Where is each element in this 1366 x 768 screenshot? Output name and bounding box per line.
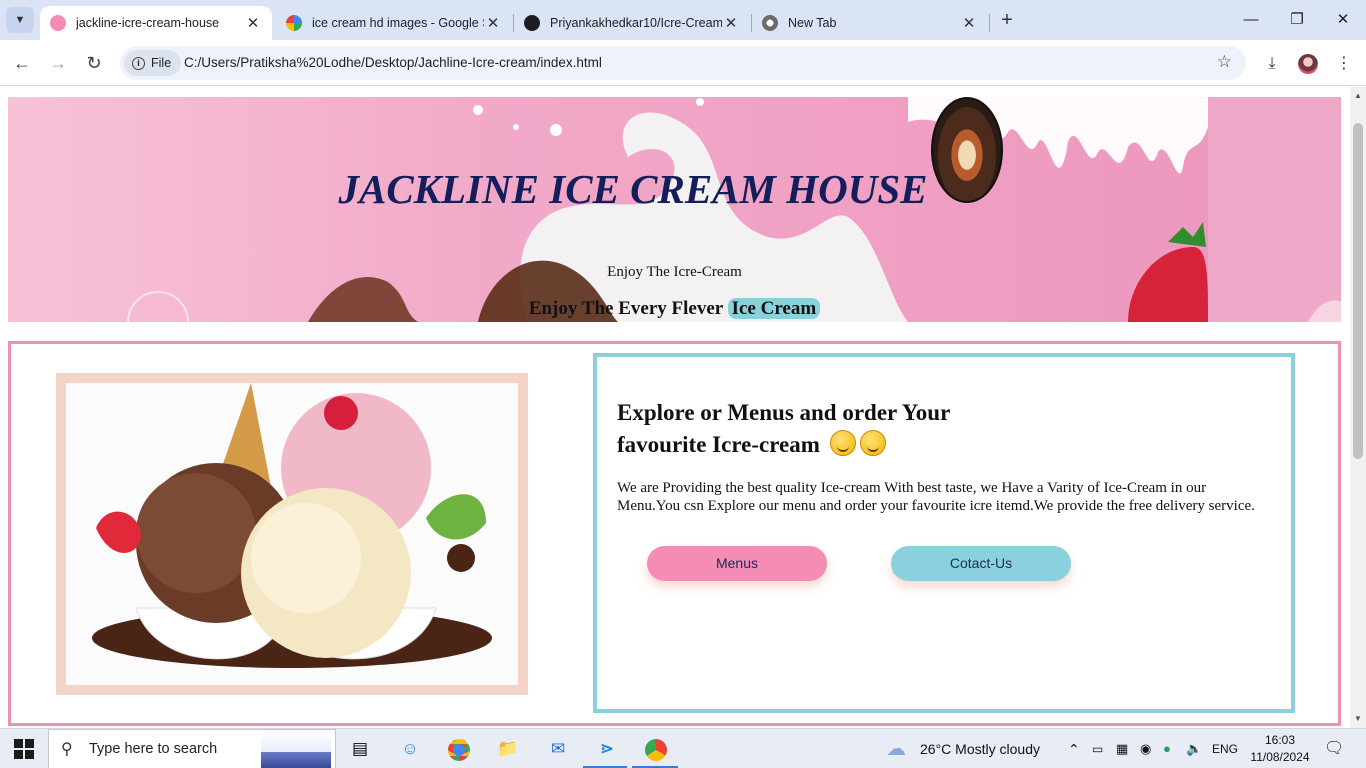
close-tab-icon[interactable]: ✕ bbox=[244, 14, 262, 32]
volume-icon[interactable]: 🔈 bbox=[1186, 729, 1202, 768]
ice-cream-logo bbox=[931, 97, 1003, 203]
vscode-icon[interactable]: ⋗ bbox=[593, 735, 621, 763]
language-indicator[interactable]: ENG bbox=[1212, 729, 1238, 768]
windows-taskbar: ⚲ Type here to search ▤ ☺ 📁 ✉ ⋗ ☁ 26°C M… bbox=[0, 728, 1366, 768]
menus-button[interactable]: Menus bbox=[647, 546, 827, 581]
milk-drop bbox=[696, 98, 704, 106]
forward-arrow-icon[interactable]: → bbox=[45, 50, 71, 76]
hero-banner: JACKLINE ICE CREAM HOUSE Enjoy The Icre-… bbox=[8, 97, 1341, 322]
tab-jackline[interactable]: jackline-icre-cream-house ✕ bbox=[40, 6, 272, 40]
back-arrow-icon[interactable]: ← bbox=[9, 50, 35, 76]
restore-window-icon[interactable]: ❐ bbox=[1274, 6, 1320, 34]
scroll-down-icon[interactable]: ▼ bbox=[1353, 714, 1363, 723]
url-text[interactable]: C:/Users/Pratiksha%20Lodhe/Desktop/Jachl… bbox=[184, 55, 602, 70]
mail-icon[interactable]: ✉ bbox=[544, 735, 572, 763]
battery-icon[interactable]: ▭ bbox=[1092, 729, 1103, 768]
info-card: Explore or Menus and order Your favourit… bbox=[593, 353, 1295, 713]
tab-title: ice cream hd images - Google S bbox=[312, 16, 484, 30]
new-tab-plus-icon[interactable]: + bbox=[996, 9, 1018, 31]
search-highlight-art bbox=[261, 732, 331, 768]
chocolate-drop bbox=[447, 544, 475, 572]
reload-icon[interactable]: ↻ bbox=[81, 50, 107, 76]
mint-leaf-shape bbox=[426, 494, 486, 540]
tagline-highlight: Ice Cream bbox=[727, 298, 821, 319]
site-favicon-icon bbox=[50, 15, 66, 31]
strawberry-leaf-shape bbox=[1168, 222, 1206, 247]
search-icon: ⚲ bbox=[61, 741, 73, 758]
bookmark-star-icon[interactable]: ☆ bbox=[1217, 52, 1232, 72]
kebab-menu-icon[interactable]: ⋮ bbox=[1332, 52, 1356, 76]
strawberry-shape bbox=[96, 511, 141, 553]
cloud-sync-icon[interactable]: ◉ bbox=[1140, 729, 1151, 768]
cherry-shape bbox=[324, 396, 358, 430]
file-explorer-icon[interactable]: 📁 bbox=[494, 735, 522, 763]
weather-text[interactable]: 26°C Mostly cloudy bbox=[920, 729, 1040, 768]
site-title: JACKLINE ICE CREAM HOUSE bbox=[338, 166, 928, 212]
tab-separator bbox=[989, 14, 990, 32]
hero-tagline: Enjoy The Every Flever Ice Cream bbox=[8, 298, 1341, 320]
google-favicon-icon bbox=[286, 15, 302, 31]
page-viewport: JACKLINE ICE CREAM HOUSE Enjoy The Icre-… bbox=[0, 87, 1350, 728]
scrollbar-thumb[interactable] bbox=[1353, 123, 1363, 459]
close-tab-icon[interactable]: ✕ bbox=[484, 14, 502, 32]
address-bar[interactable]: i File C:/Users/Pratiksha%20Lodhe/Deskto… bbox=[120, 46, 1246, 80]
tab-search-button[interactable]: ▼ bbox=[6, 7, 34, 33]
chrome-profile-taskbar-icon[interactable] bbox=[642, 735, 670, 763]
milk-drop bbox=[550, 124, 562, 136]
minimize-window-icon[interactable]: — bbox=[1228, 6, 1274, 34]
browser-tab-bar: ▼ jackline-icre-cream-house ✕ ice cream … bbox=[0, 0, 1366, 40]
tab-title: jackline-icre-cream-house bbox=[76, 16, 220, 30]
yum-emoji-icon bbox=[829, 430, 856, 456]
chocolate-scoop-highlight bbox=[136, 473, 256, 593]
chrome-favicon-icon bbox=[762, 15, 778, 31]
milk-drop bbox=[513, 124, 519, 130]
close-window-icon[interactable]: ✕ bbox=[1320, 6, 1366, 34]
chevron-down-icon: ▼ bbox=[14, 14, 26, 26]
app-tray-icon[interactable]: ● bbox=[1163, 729, 1171, 768]
task-view-icon[interactable]: ▤ bbox=[346, 735, 374, 763]
tab-google-images[interactable]: ice cream hd images - Google S ✕ bbox=[276, 6, 512, 40]
github-favicon-icon bbox=[524, 15, 540, 31]
file-label: File bbox=[151, 56, 172, 70]
page-scrollbar[interactable]: ▲ ▼ bbox=[1350, 87, 1366, 728]
system-clock[interactable]: 16:03 11/08/2024 bbox=[1250, 732, 1310, 766]
download-icon[interactable]: ⤓ bbox=[1260, 52, 1284, 76]
clock-time: 16:03 bbox=[1264, 733, 1296, 747]
weather-cloud-icon[interactable]: ☁ bbox=[886, 729, 906, 768]
browser-toolbar: ← → ↻ i File C:/Users/Pratiksha%20Lodhe/… bbox=[0, 40, 1366, 86]
clock-date: 11/08/2024 bbox=[1250, 750, 1310, 764]
hero-subtitle: Enjoy The Icre-Cream bbox=[607, 264, 742, 280]
tab-title: Priyankakhedkar10/Icre-Cream bbox=[550, 16, 722, 30]
tab-github[interactable]: Priyankakhedkar10/Icre-Cream ✕ bbox=[514, 6, 750, 40]
search-placeholder: Type here to search bbox=[89, 741, 218, 757]
info-heading: Explore or Menus and order Your favourit… bbox=[617, 397, 1017, 461]
chrome-taskbar-icon[interactable] bbox=[445, 735, 473, 763]
site-info-chip[interactable]: i File bbox=[124, 50, 182, 76]
contact-us-button[interactable]: Cotact-Us bbox=[891, 546, 1071, 581]
scroll-up-icon[interactable]: ▲ bbox=[1353, 91, 1363, 100]
milk-drop bbox=[473, 105, 483, 115]
profile-avatar[interactable] bbox=[1298, 54, 1318, 74]
info-icon: i bbox=[132, 56, 145, 70]
vanilla-scoop-highlight bbox=[251, 503, 361, 613]
network-icon[interactable]: ▦ bbox=[1116, 729, 1128, 768]
ice-cream-illustration bbox=[92, 383, 492, 668]
people-app-icon[interactable]: ☺ bbox=[396, 735, 424, 763]
windows-start-icon[interactable] bbox=[14, 739, 34, 759]
chevron-up-icon[interactable]: ⌃ bbox=[1068, 729, 1080, 768]
close-tab-icon[interactable]: ✕ bbox=[960, 14, 978, 32]
ice-cream-image bbox=[66, 383, 518, 685]
notification-icon[interactable]: 🗨 bbox=[1324, 729, 1344, 768]
heading-text: Explore or Menus and order Your favourit… bbox=[617, 400, 950, 457]
ice-cream-image-frame bbox=[56, 373, 528, 695]
intro-section: Explore or Menus and order Your favourit… bbox=[8, 341, 1341, 726]
tagline-text: Enjoy The Every Flever bbox=[528, 298, 723, 319]
tab-new-tab[interactable]: New Tab ✕ bbox=[752, 6, 988, 40]
info-description: We are Providing the best quality Ice-cr… bbox=[617, 480, 1255, 514]
close-tab-icon[interactable]: ✕ bbox=[722, 14, 740, 32]
tab-title: New Tab bbox=[788, 16, 837, 30]
yum-emoji-icon bbox=[859, 430, 886, 456]
taskbar-search[interactable]: ⚲ Type here to search bbox=[48, 729, 336, 768]
